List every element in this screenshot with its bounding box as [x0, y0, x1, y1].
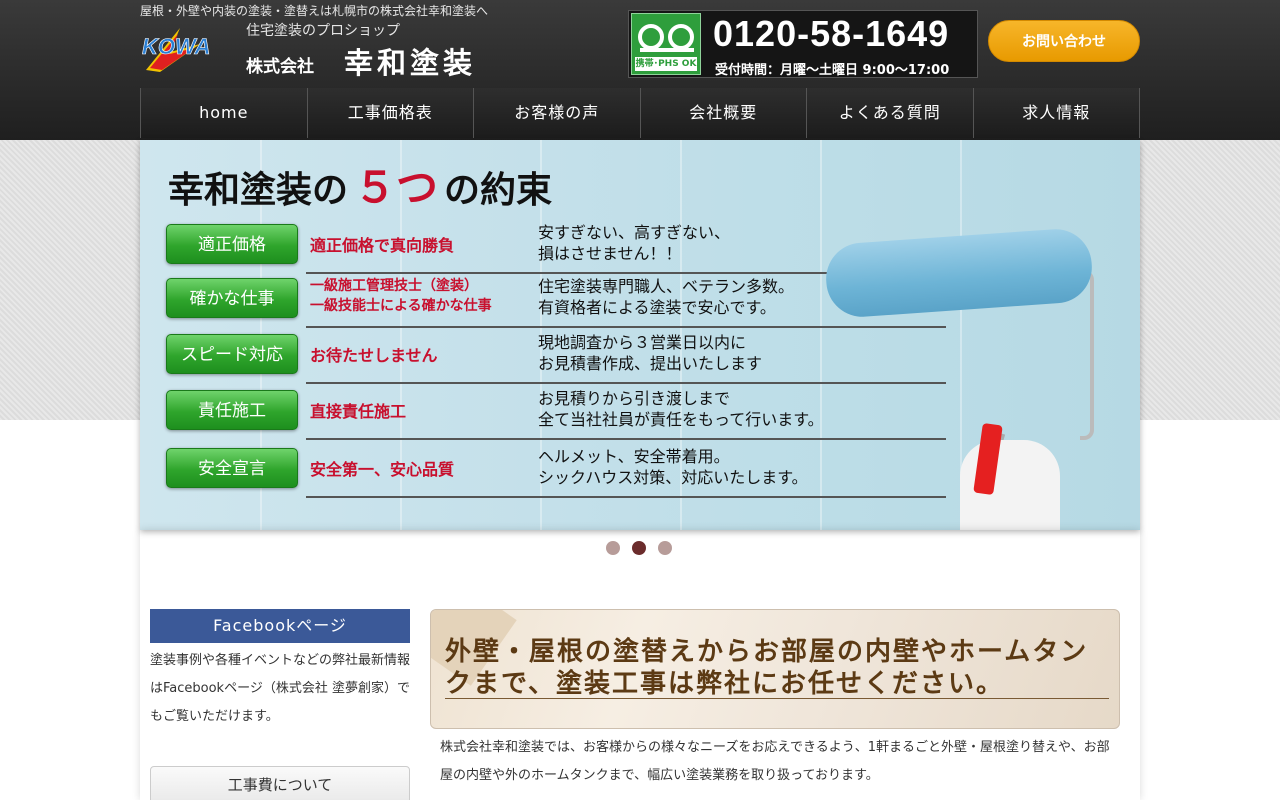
hero-title: 幸和塗装の ５つ の約束	[168, 154, 552, 215]
hero-slider: 幸和塗装の ５つ の約束 適正価格 適正価格で真向勝負 安すぎない、高すぎない、 損は…	[140, 140, 1140, 530]
promise-button[interactable]: 確かな仕事	[166, 278, 298, 318]
promise-heading: 安全第一、安心品質	[310, 460, 455, 479]
free-dial-icon: 携帯･PHS OK	[631, 13, 701, 75]
promise-description: ヘルメット、安全帯着用。シックハウス対策、対応いたします。	[538, 446, 808, 488]
nav-item-testimonials[interactable]: お客様の声	[473, 88, 640, 138]
main-intro-text: 株式会社幸和塗装では、お客様からの様々なニーズをお応えできるよう、1軒まるごと外…	[440, 740, 1110, 783]
promise-desc-line: 安すぎない、高すぎない、	[538, 223, 731, 242]
main-nav: home 工事価格表 お客様の声 会社概要 よくある質問 求人情報	[140, 88, 1140, 138]
logo-company-type: 株式会社	[246, 57, 314, 77]
banner-underline	[445, 698, 1109, 699]
main-banner-heading: 外壁・屋根の塗替えからお部屋の内壁やホームタンクまで、塗装工事は弊社にお任せくだ…	[445, 637, 1089, 699]
site-logo[interactable]: KOWA 住宅塗装のプロショップ 株式会社 幸和塗装	[140, 20, 500, 80]
promise-desc-line: 全て当社社員が責任をもって行います。	[538, 410, 824, 429]
phone-hours: 受付時間：月曜〜土曜日 9:00〜17:00	[715, 63, 950, 78]
promise-desc-line: シックハウス対策、対応いたします。	[538, 468, 808, 487]
nav-item-faq[interactable]: よくある質問	[806, 88, 973, 138]
logo-mark-text: KOWA	[142, 34, 210, 59]
nav-item-jobs[interactable]: 求人情報	[972, 88, 1140, 138]
promise-button[interactable]: スピード対応	[166, 334, 298, 374]
contact-button[interactable]: お問い合わせ	[988, 20, 1140, 62]
promise-description: 安すぎない、高すぎない、 損はさせません！！	[538, 222, 730, 264]
promise-heading: 一級施工管理技士（塗装） 一級技能士による確かな仕事	[310, 276, 492, 316]
logo-company-name: 幸和塗装	[344, 46, 477, 80]
promise-desc-line: 有資格者による塗装で安心です。	[538, 298, 776, 317]
kowa-logo-icon: KOWA	[142, 28, 211, 72]
promise-description: お見積りから引き渡しまで全て当社社員が責任をもって行います。	[538, 388, 824, 430]
phone-number[interactable]: 0120-58-1649	[713, 13, 949, 55]
promise-description: 住宅塗装専門職人、ベテラン多数。 有資格者による塗装で安心です。	[538, 276, 794, 318]
promise-button[interactable]: 責任施工	[166, 390, 298, 430]
promise-desc-line: お見積りから引き渡しまで	[538, 389, 731, 408]
facebook-page-link[interactable]: Facebookページ	[150, 609, 410, 643]
sidebar: Facebookページ 塗装事例や各種イベントなどの弊社最新情報はFaceboo…	[150, 609, 410, 731]
promise-heading-line: 一級技能士による確かな仕事	[310, 298, 492, 314]
hero-title-pre: 幸和塗装の	[168, 170, 349, 211]
hero-title-number: ５つ	[354, 163, 439, 212]
promise-heading: 適正価格で真向勝負	[310, 236, 455, 255]
nav-item-home[interactable]: home	[140, 88, 307, 138]
paint-roller-frame	[1080, 270, 1094, 440]
promise-desc-line: ヘルメット、安全帯着用。	[538, 447, 730, 466]
promise-row: 責任施工 直接責任施工 お見積りから引き渡しまで全て当社社員が責任をもって行いま…	[166, 388, 946, 448]
promise-desc-line: お見積書作成、提出いたします	[538, 354, 763, 373]
promise-description: 現地調査から３営業日以内に お見積書作成、提出いたします	[538, 332, 762, 374]
hero-title-post: の約束	[444, 170, 553, 211]
nav-item-company[interactable]: 会社概要	[639, 88, 806, 138]
promise-row: 安全宣言 安全第一、安心品質 ヘルメット、安全帯着用。シックハウス対策、対応いた…	[166, 446, 946, 506]
promise-button[interactable]: 安全宣言	[166, 448, 298, 488]
divider	[306, 326, 946, 328]
promise-desc-line: 損はさせません！！	[538, 244, 682, 263]
sidebar-cost-box[interactable]: 工事費について	[150, 766, 410, 800]
promise-desc-line: 住宅塗装専門職人、ベテラン多数。	[538, 277, 795, 296]
facebook-description: 塗装事例や各種イベントなどの弊社最新情報はFacebookページ（株式会社 塗夢…	[150, 653, 411, 724]
free-dial-label: 携帯･PHS OK	[635, 57, 697, 71]
main-banner: 外壁・屋根の塗替えからお部屋の内壁やホームタンクまで、塗装工事は弊社にお任せくだ…	[430, 609, 1120, 729]
promise-desc-line: 現地調査から３営業日以内に	[538, 333, 747, 352]
promise-row: スピード対応 お待たせしません 現地調査から３営業日以内に お見積書作成、提出いた…	[166, 332, 946, 392]
nav-item-price-list[interactable]: 工事価格表	[306, 88, 473, 138]
divider	[306, 382, 946, 384]
logo-subtitle: 住宅塗装のプロショップ	[246, 23, 400, 39]
divider	[306, 438, 946, 440]
promise-heading-line: 一級施工管理技士（塗装）	[310, 278, 478, 294]
promise-button[interactable]: 適正価格	[166, 224, 298, 264]
divider	[306, 496, 946, 498]
header-tagline: 屋根・外壁や内装の塗装・塗替えは札幌市の株式会社幸和塗装へ	[140, 4, 489, 18]
phone-box[interactable]: 携帯･PHS OK 0120-58-1649 受付時間：月曜〜土曜日 9:00〜…	[628, 10, 978, 78]
promise-heading: 直接責任施工	[310, 402, 407, 421]
promise-heading: お待たせしません	[310, 346, 438, 365]
